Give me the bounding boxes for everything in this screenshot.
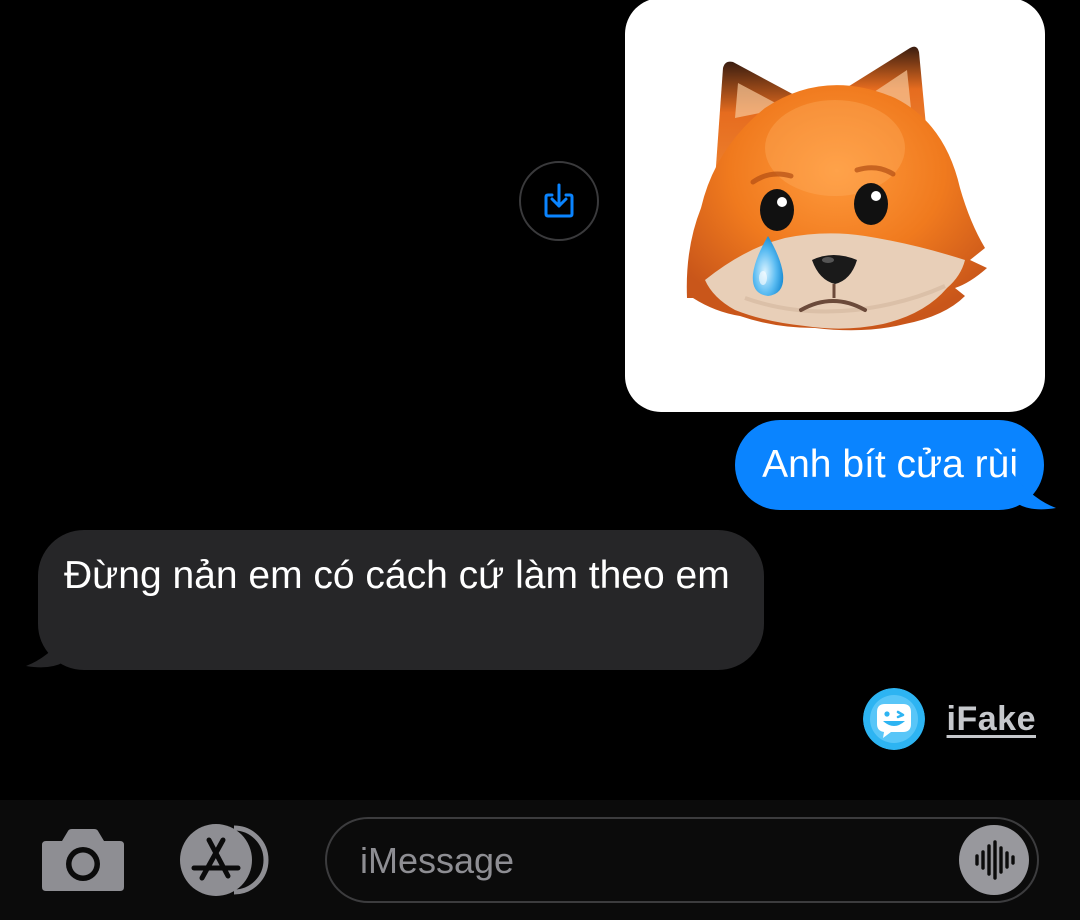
share-download-icon — [544, 183, 574, 218]
camera-icon — [42, 829, 124, 891]
waveform-icon — [975, 840, 1015, 880]
message-input-bar: iMessage — [0, 800, 1080, 920]
camera-button[interactable] — [40, 825, 126, 895]
sent-message-bubble[interactable]: Anh bít cửa rùi — [735, 420, 1044, 510]
smiling-face-logo-icon — [862, 688, 925, 750]
app-store-button[interactable] — [176, 824, 272, 896]
animoji-message[interactable] — [625, 0, 1045, 412]
imessage-input[interactable]: iMessage — [325, 817, 1039, 903]
sent-bubble-tail — [1010, 470, 1056, 510]
ifake-watermark[interactable]: iFake — [862, 688, 1036, 750]
received-message-bubble[interactable]: Đừng nản em có cách cứ làm theo em — [38, 530, 764, 670]
input-placeholder: iMessage — [360, 840, 515, 881]
voice-message-button[interactable] — [959, 825, 1029, 895]
watermark-label: iFake — [946, 699, 1036, 738]
message-text: Anh bít cửa rùi — [762, 443, 1018, 486]
app-store-icon — [180, 824, 269, 896]
message-text: Đừng nản em có cách cứ làm theo em — [64, 554, 730, 597]
crying-fox-animoji — [686, 46, 987, 331]
received-bubble-tail — [26, 628, 70, 668]
share-button[interactable] — [519, 161, 599, 241]
